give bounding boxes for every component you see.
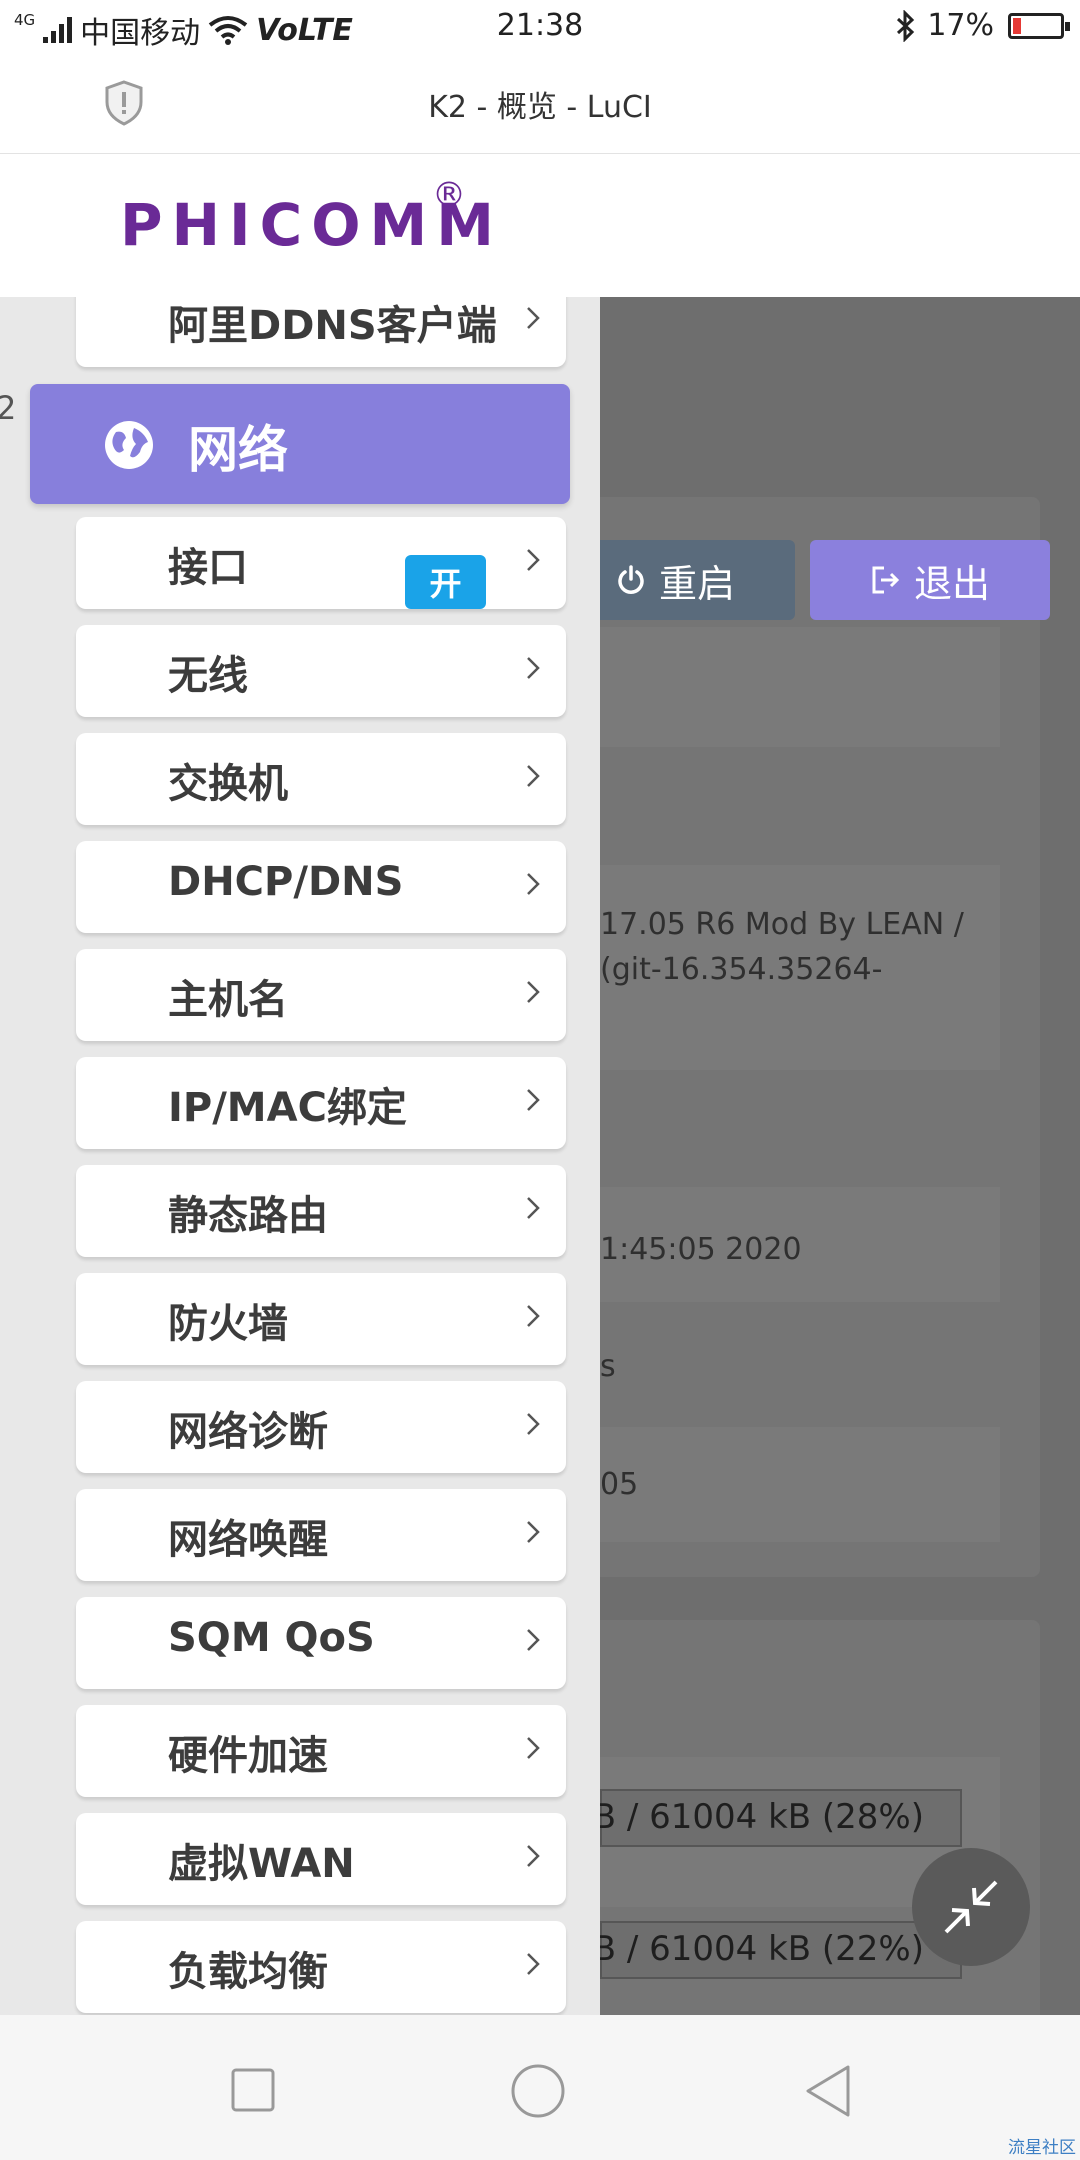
info-row <box>600 1427 1000 1542</box>
power-icon <box>618 565 644 594</box>
info-row <box>600 627 1000 747</box>
chevron-right-icon <box>527 549 540 571</box>
battery-percent: 17% <box>927 8 994 43</box>
section-label: 网络 <box>188 421 288 479</box>
system-nav-bar: 流星社区 <box>0 2015 1080 2160</box>
status-right: 17% <box>895 8 1070 43</box>
menu-item-label: 交换机 <box>168 761 288 807</box>
sidebar-menu-item[interactable]: 静态路由 <box>76 1165 566 1257</box>
chevron-right-icon <box>527 765 540 787</box>
chevron-right-icon <box>527 1737 540 1759</box>
logout-icon <box>872 566 900 594</box>
menu-item-label: 主机名 <box>168 977 288 1023</box>
menu-item-label: 负载均衡 <box>168 1949 328 1995</box>
chevron-right-icon <box>527 1521 540 1543</box>
memory-total-bar: B / 61004 kB (28%) <box>593 1789 962 1847</box>
chevron-right-icon <box>527 1953 540 1975</box>
home-icon[interactable] <box>510 2063 566 2119</box>
sidebar-menu-item[interactable]: IP/MAC绑定 <box>76 1057 566 1149</box>
chevron-right-icon <box>527 981 540 1003</box>
browser-title-bar: K2 - 概览 - LuCI <box>0 56 1080 154</box>
sidebar-menu-item[interactable]: 网络诊断 <box>76 1381 566 1473</box>
chevron-right-icon <box>527 1629 540 1651</box>
memory-free-text: B / 61004 kB (22%) <box>592 1929 924 1969</box>
chevron-right-icon <box>527 1089 540 1111</box>
chevron-right-icon <box>527 1845 540 1867</box>
menu-item-label: 网络唤醒 <box>168 1517 328 1563</box>
chevron-right-icon <box>527 1413 540 1435</box>
back-icon[interactable] <box>802 2063 854 2119</box>
battery-icon <box>1008 12 1070 39</box>
menu-item-label: 网络诊断 <box>168 1409 328 1455</box>
registered-mark: ® <box>432 175 466 215</box>
menu-item-label: 接口 <box>168 545 248 591</box>
menu-item-label: IP/MAC绑定 <box>168 1085 407 1131</box>
battery-level <box>1013 17 1021 34</box>
chevron-right-icon <box>527 657 540 679</box>
sidebar-menu-item[interactable]: 网络唤醒 <box>76 1489 566 1581</box>
local-time-text: 1:45:05 2020 <box>600 1232 802 1267</box>
sidebar-menu-item[interactable]: 接口 <box>76 517 566 609</box>
menu-item-label: 硬件加速 <box>168 1733 328 1779</box>
menu-item-label: 静态路由 <box>168 1193 328 1239</box>
toggle-badge[interactable]: 开 <box>405 555 486 609</box>
firmware-text-line2: (git-16.354.35264- <box>600 952 883 987</box>
firmware-text-line1: 17.05 R6 Mod By LEAN / <box>600 907 964 942</box>
sidebar-menu-item[interactable]: 虚拟WAN <box>76 1813 566 1905</box>
sidebar-menu-item[interactable]: DHCP/DNS <box>76 841 566 933</box>
uptime-text: s <box>600 1349 616 1384</box>
chevron-right-icon <box>527 873 540 895</box>
reboot-label: 重启 <box>658 561 735 606</box>
load-text: 05 <box>600 1467 639 1502</box>
sidebar-menu-item[interactable]: 硬件加速 <box>76 1705 566 1797</box>
memory-total-text: B / 61004 kB (28%) <box>592 1797 924 1837</box>
menu-item-label: 阿里DDNS客户端 <box>168 303 497 349</box>
logout-label: 退出 <box>913 561 990 606</box>
menu-item-label: 防火墙 <box>168 1301 288 1347</box>
menu-item-aliddns[interactable]: 阿里DDNS客户端 <box>76 297 566 367</box>
menu-item-label: SQM QoS <box>168 1615 375 1661</box>
menu-item-label: DHCP/DNS <box>168 859 404 905</box>
globe-icon <box>105 421 153 469</box>
menu-item-label: 无线 <box>168 653 248 699</box>
collapse-arrows-icon <box>944 1880 998 1934</box>
chevron-right-icon <box>527 1197 540 1219</box>
sidebar-menu-item[interactable]: 主机名 <box>76 949 566 1041</box>
sidebar-menu-item[interactable]: 防火墙 <box>76 1273 566 1365</box>
sidebar-section-network[interactable]: 网络 <box>30 384 570 504</box>
side-menu[interactable]: 阿里DDNS客户端 2 网络 接口无线交换机 DHCP/DNS 主机名 IP/MAC绑… <box>0 297 600 2015</box>
chevron-right-icon <box>527 307 540 329</box>
site-header: PHICOMM ® <box>0 155 1080 297</box>
status-bar: 4G 中国移动 VoLTE 21:38 17% <box>0 0 1080 56</box>
menu-item-label: 虚拟WAN <box>168 1841 355 1887</box>
sidebar-menu-item[interactable]: 交换机 <box>76 733 566 825</box>
sidebar-menu-item[interactable]: 无线 <box>76 625 566 717</box>
sidebar-menu-item[interactable]: SQM QoS <box>76 1597 566 1689</box>
chevron-right-icon <box>527 1305 540 1327</box>
memory-free-bar: B / 61004 kB (22%) <box>593 1921 962 1979</box>
recent-apps-icon[interactable] <box>230 2067 276 2113</box>
page-title: K2 - 概览 - LuCI <box>428 90 652 125</box>
watermark-text: 流星社区 <box>1008 2138 1076 2158</box>
clipped-edge-text: 2 <box>0 389 17 427</box>
logout-button[interactable]: 退出 <box>810 540 1050 620</box>
sidebar-menu-item[interactable]: 负载均衡 <box>76 1921 566 2013</box>
collapse-button[interactable] <box>912 1848 1030 1966</box>
bluetooth-icon <box>897 9 915 42</box>
